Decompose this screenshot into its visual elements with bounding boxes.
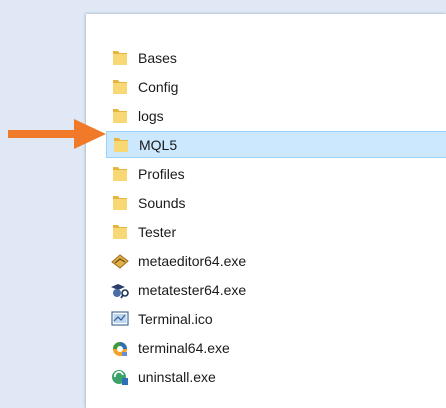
list-item-sounds[interactable]: Sounds <box>106 189 446 216</box>
metatester-icon <box>110 280 130 300</box>
item-label: metaeditor64.exe <box>138 252 247 269</box>
list-item-terminal-ico[interactable]: Terminal.ico <box>106 305 446 332</box>
list-item-mql5[interactable]: MQL5 <box>106 131 446 158</box>
uninstall-icon <box>110 367 130 387</box>
folder-icon <box>111 135 131 155</box>
item-label: uninstall.exe <box>138 368 216 385</box>
arrow-right-icon <box>8 119 106 149</box>
item-label: Bases <box>138 49 177 66</box>
file-list-panel: Bases Config logs MQL5 Profiles Sounds T… <box>86 14 446 408</box>
item-label: logs <box>138 107 164 124</box>
item-label: Profiles <box>138 165 185 182</box>
terminal-ico-icon <box>110 309 130 329</box>
item-label: Terminal.ico <box>138 310 213 327</box>
list-item-metaeditor64[interactable]: metaeditor64.exe <box>106 247 446 274</box>
list-item-metatester64[interactable]: metatester64.exe <box>106 276 446 303</box>
item-label: Config <box>138 78 179 95</box>
list-item-terminal64[interactable]: terminal64.exe <box>106 334 446 361</box>
list-item-bases[interactable]: Bases <box>106 44 446 71</box>
folder-icon <box>110 106 130 126</box>
item-label: terminal64.exe <box>138 339 230 356</box>
item-label: MQL5 <box>139 136 178 153</box>
item-label: Sounds <box>138 194 186 211</box>
list-item-config[interactable]: Config <box>106 73 446 100</box>
list-item-profiles[interactable]: Profiles <box>106 160 446 187</box>
item-label: metatester64.exe <box>138 281 247 298</box>
folder-icon <box>110 164 130 184</box>
list-item-uninstall[interactable]: uninstall.exe <box>106 363 446 390</box>
metaeditor-icon <box>110 251 130 271</box>
folder-icon <box>110 193 130 213</box>
folder-icon <box>110 48 130 68</box>
item-label: Tester <box>138 223 177 240</box>
list-item-logs[interactable]: logs <box>106 102 446 129</box>
folder-icon <box>110 77 130 97</box>
folder-icon <box>110 222 130 242</box>
terminal-exe-icon <box>110 338 130 358</box>
list-item-tester[interactable]: Tester <box>106 218 446 245</box>
